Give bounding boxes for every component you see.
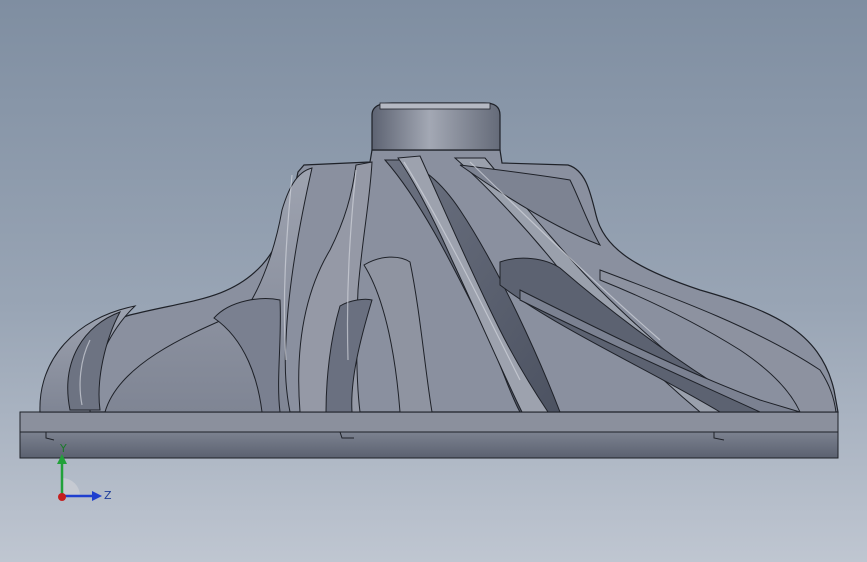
z-axis-arrow-icon xyxy=(92,491,102,501)
y-axis-arrow-icon xyxy=(57,454,67,464)
impeller-model[interactable] xyxy=(0,0,867,562)
z-axis-label: Z xyxy=(104,489,112,502)
y-axis-label: Y xyxy=(59,442,67,455)
triad-quadrant xyxy=(62,478,80,496)
hub-nose xyxy=(371,102,501,151)
graphics-viewport[interactable]: Y Z xyxy=(0,0,867,562)
base-plate xyxy=(19,411,839,459)
x-axis-dot-icon xyxy=(58,493,66,501)
orientation-triad: Y Z xyxy=(57,442,112,502)
